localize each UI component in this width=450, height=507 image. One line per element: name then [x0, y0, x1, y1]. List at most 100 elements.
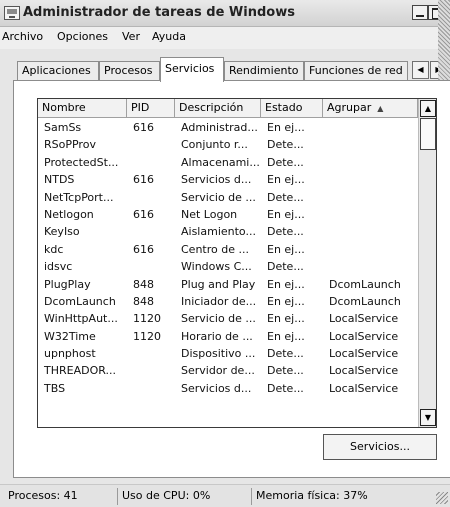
cell-nombre: DcomLaunch — [44, 294, 116, 308]
cell-estado: En ej... — [267, 294, 305, 308]
column-header-descripcion[interactable]: Descripción — [175, 99, 261, 118]
table-row[interactable]: SamSs 616 Administrad... En ej... — [38, 119, 418, 136]
title-bar[interactable]: Administrador de tareas de Windows X — [0, 0, 450, 27]
cell-agrupar: LocalService — [329, 347, 399, 361]
table-row[interactable]: idsvc Windows C... Dete... — [38, 258, 418, 275]
cell-agrupar: LocalService — [329, 364, 399, 378]
table-row[interactable]: upnphost Dispositivo ... Dete... LocalServi… — [38, 345, 418, 362]
table-row[interactable]: NetTcpPort... Servicio de ... Dete... — [38, 189, 418, 206]
cell-agrupar: DcomLaunch — [329, 294, 401, 308]
sort-ascending-icon: ▲ — [377, 104, 384, 113]
cell-nombre: KeyIso — [44, 225, 80, 239]
scroll-down-icon[interactable]: ▼ — [420, 409, 436, 426]
table-row[interactable]: ProtectedSt... Almacenami... Dete... — [38, 154, 418, 171]
column-header-pid[interactable]: PID — [127, 99, 175, 118]
cell-nombre: ProtectedSt... — [44, 155, 119, 169]
cell-nombre: THREADOR... — [44, 364, 116, 378]
table-row[interactable]: kdc 616 Centro de ... En ej... — [38, 241, 418, 258]
cell-pid: 616 — [133, 207, 154, 221]
menu-archivo[interactable]: Archivo — [2, 30, 43, 43]
table-row[interactable]: PlugPlay 848 Plug and Play En ej... DcomLaun… — [38, 276, 418, 293]
cell-descripcion: Windows C... — [181, 260, 252, 274]
cell-estado: Dete... — [267, 138, 304, 152]
task-manager-icon — [4, 6, 20, 20]
cell-estado: Dete... — [267, 347, 304, 361]
cell-pid: 1120 — [133, 312, 161, 326]
cell-descripcion: Iniciador de... — [181, 294, 257, 308]
cell-pid: 616 — [133, 121, 154, 134]
table-row[interactable]: WinHttpAut... 1120 Servicio de ... En ej...… — [38, 310, 418, 327]
cell-descripcion: Servicio de ... — [181, 312, 256, 326]
cell-descripcion: Servidor de... — [181, 364, 255, 378]
cell-nombre: TBS — [44, 381, 66, 395]
cell-estado: Dete... — [267, 155, 304, 169]
cell-pid: 848 — [133, 277, 154, 291]
cell-descripcion: Conjunto r... — [181, 138, 248, 152]
table-row[interactable]: Netlogon 616 Net Logon En ej... — [38, 206, 418, 223]
tab-rendimiento[interactable]: Rendimiento — [224, 61, 304, 81]
tab-scroll-left-icon[interactable]: ◀ — [412, 61, 429, 79]
cell-descripcion: Centro de ... — [181, 242, 249, 256]
cell-estado: Dete... — [267, 190, 304, 204]
cell-pid — [127, 362, 175, 379]
table-row[interactable]: KeyIso Aislamiento... Dete... — [38, 223, 418, 240]
tab-funciones-de-red[interactable]: Funciones de red — [304, 61, 408, 81]
column-header-nombre[interactable]: Nombre — [38, 99, 127, 118]
menu-ayuda[interactable]: Ayuda — [152, 30, 186, 43]
cell-agrupar — [323, 171, 418, 188]
cell-nombre: W32Time — [44, 329, 96, 343]
minimize-button[interactable] — [412, 5, 428, 20]
cell-descripcion: Servicios d... — [181, 173, 252, 187]
status-bar: Procesos: 41 Uso de CPU: 0% Memoria físi… — [0, 484, 450, 507]
cell-descripcion: Administrad... — [181, 121, 258, 134]
column-header-estado[interactable]: Estado — [261, 99, 323, 118]
vertical-scrollbar[interactable]: ▲ ▼ — [418, 99, 436, 427]
cell-estado: En ej... — [267, 242, 305, 256]
cell-descripcion: Servicios d... — [181, 381, 252, 395]
table-row[interactable]: TBS Servicios d... Dete... LocalService — [38, 380, 418, 397]
cell-nombre: Netlogon — [44, 207, 94, 221]
cell-pid: 616 — [133, 242, 154, 256]
cell-nombre: PlugPlay — [44, 277, 91, 291]
cell-nombre: NetTcpPort... — [44, 190, 114, 204]
cell-descripcion: Net Logon — [181, 207, 238, 221]
cell-estado: En ej... — [267, 173, 305, 187]
cell-nombre: RSoPProv — [44, 138, 96, 152]
cell-pid: 1120 — [133, 329, 161, 343]
resize-grip-icon[interactable] — [436, 492, 448, 504]
tab-servicios[interactable]: Servicios — [160, 57, 224, 82]
cell-estado: Dete... — [267, 225, 304, 239]
table-row[interactable]: RSoPProv Conjunto r... Dete... — [38, 136, 418, 153]
column-header-agrupar-label: Agrupar — [327, 101, 372, 114]
menu-ver[interactable]: Ver — [122, 30, 140, 43]
cell-estado: Dete... — [267, 381, 304, 395]
services-list[interactable]: Nombre PID Descripción Estado Agrupar ▲ S… — [37, 98, 437, 428]
cell-nombre: upnphost — [44, 347, 96, 361]
cell-nombre: idsvc — [44, 260, 73, 274]
cell-descripcion: Dispositivo ... — [181, 347, 256, 361]
scroll-thumb[interactable] — [420, 118, 436, 150]
table-row[interactable]: NTDS 616 Servicios d... En ej... — [38, 171, 418, 188]
cell-pid — [127, 258, 175, 275]
services-rows: SamSs 616 Administrad... En ej... RSoPProv Co… — [38, 119, 418, 397]
status-cpu: Uso de CPU: 0% — [118, 488, 252, 505]
cell-nombre: NTDS — [44, 173, 75, 187]
table-row[interactable]: W32Time 1120 Horario de ... En ej... LocalSe… — [38, 328, 418, 345]
cell-pid — [127, 345, 175, 362]
cell-agrupar: DcomLaunch — [329, 277, 401, 291]
scroll-up-icon[interactable]: ▲ — [420, 100, 436, 117]
tab-strip: Aplicaciones Procesos Servicios Rendimie… — [0, 57, 450, 82]
table-row[interactable]: DcomLaunch 848 Iniciador de... En ej... Dcom… — [38, 293, 418, 310]
tab-aplicaciones[interactable]: Aplicaciones — [17, 61, 99, 81]
services-button[interactable]: Servicios... — [323, 434, 437, 460]
tab-procesos[interactable]: Procesos — [99, 61, 160, 81]
menu-opciones[interactable]: Opciones — [57, 30, 108, 43]
cell-nombre: WinHttpAut... — [44, 312, 118, 326]
cell-estado: Dete... — [267, 260, 304, 274]
column-header-agrupar[interactable]: Agrupar ▲ — [323, 99, 418, 118]
cell-agrupar: LocalService — [329, 381, 399, 395]
cell-agrupar — [323, 206, 418, 223]
table-row[interactable]: THREADOR... Servidor de... Dete... LocalSer… — [38, 362, 418, 379]
cell-pid — [127, 136, 175, 153]
cell-pid — [127, 223, 175, 240]
